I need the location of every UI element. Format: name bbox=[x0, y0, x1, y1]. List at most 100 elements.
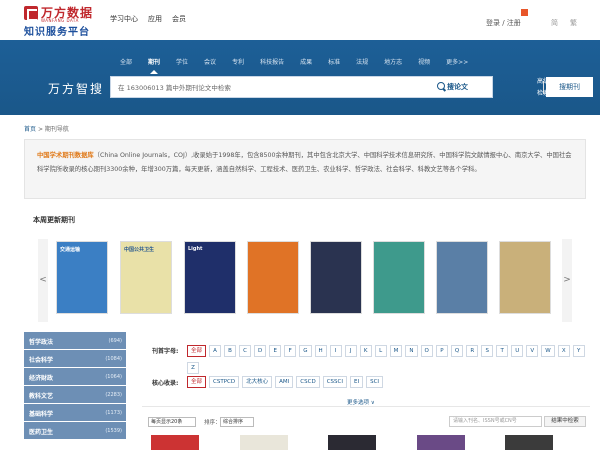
nav-learning-center[interactable]: 学习中心 bbox=[110, 14, 138, 24]
result-cover[interactable] bbox=[505, 435, 553, 450]
nav-apps[interactable]: 应用 bbox=[148, 14, 162, 24]
carousel-next-button[interactable]: > bbox=[562, 239, 572, 322]
letter-chip[interactable]: I bbox=[329, 345, 342, 357]
core-chip[interactable]: EI bbox=[349, 376, 364, 388]
sidebar-item-count: (2283) bbox=[105, 392, 122, 398]
letter-chip[interactable]: V bbox=[526, 345, 539, 357]
core-chip[interactable]: AMI bbox=[275, 376, 294, 388]
result-cover[interactable] bbox=[328, 435, 376, 450]
letter-chip[interactable]: G bbox=[299, 345, 312, 357]
tab-conferences[interactable]: 会议 bbox=[196, 57, 224, 66]
sidebar-item-philosophy-law[interactable]: 哲学政法 (694) bbox=[24, 332, 126, 350]
core-index-label: 核心收录: bbox=[152, 380, 179, 387]
breadcrumb-sep: > bbox=[37, 126, 43, 133]
core-chip[interactable]: 全部 bbox=[187, 376, 207, 388]
sidebar-item-social-science[interactable]: 社会科学 (1084) bbox=[24, 350, 126, 368]
cover-title: Light bbox=[188, 246, 203, 252]
more-options-toggle[interactable]: 更多选项 ∨ bbox=[347, 398, 375, 406]
core-chip[interactable]: SCI bbox=[366, 376, 384, 388]
tab-more[interactable]: 更多>> bbox=[438, 57, 476, 66]
journal-cover[interactable] bbox=[310, 241, 362, 314]
per-page-select[interactable]: 每页显示20条 bbox=[148, 417, 196, 427]
letter-chip[interactable]: Q bbox=[450, 345, 464, 357]
tab-tech-reports[interactable]: 科技报告 bbox=[252, 57, 292, 66]
letter-chip[interactable]: D bbox=[254, 345, 267, 357]
wanfang-logo-icon[interactable] bbox=[24, 6, 38, 21]
letter-chip[interactable]: C bbox=[239, 345, 252, 357]
letter-chip[interactable]: K bbox=[359, 345, 372, 357]
letter-chip[interactable]: X bbox=[557, 345, 570, 357]
smart-search-button[interactable]: 搜论文 bbox=[447, 82, 468, 92]
sidebar-item-basic-science[interactable]: 基础科学 (1173) bbox=[24, 404, 126, 422]
result-cover[interactable] bbox=[417, 435, 465, 450]
resource-tabs: 全部 期刊 学位 会议 专利 科技报告 成果 标准 法规 地方志 视频 更多>> bbox=[112, 57, 476, 74]
login-register-link[interactable]: 登录 / 注册 bbox=[486, 18, 521, 28]
lang-simplified[interactable]: 简 bbox=[551, 18, 558, 28]
result-cover[interactable] bbox=[240, 435, 288, 450]
letter-chip[interactable]: U bbox=[511, 345, 524, 357]
sidebar-item-education-arts[interactable]: 教科文艺 (2283) bbox=[24, 386, 126, 404]
letter-chip[interactable]: W bbox=[541, 345, 555, 357]
journal-cover[interactable] bbox=[499, 241, 551, 314]
letter-chip[interactable]: M bbox=[389, 345, 403, 357]
letter-chip[interactable]: B bbox=[224, 345, 237, 357]
journal-cover[interactable] bbox=[247, 241, 299, 314]
letter-chip[interactable]: T bbox=[496, 345, 509, 357]
search-band: 全部 期刊 学位 会议 专利 科技报告 成果 标准 法规 地方志 视频 更多>>… bbox=[0, 40, 600, 115]
tab-journals[interactable]: 期刊 bbox=[140, 57, 168, 74]
core-chip[interactable]: 北大核心 bbox=[242, 376, 273, 388]
tab-theses[interactable]: 学位 bbox=[168, 57, 196, 66]
sidebar-item-economics[interactable]: 经济财政 (1064) bbox=[24, 368, 126, 386]
sidebar-item-count: (1539) bbox=[105, 428, 122, 434]
carousel-prev-button[interactable]: < bbox=[38, 239, 48, 322]
database-intro: 中国学术期刊数据库（China Online Journals，COJ）,收录始… bbox=[24, 139, 586, 199]
result-cover[interactable] bbox=[151, 435, 199, 450]
letter-chip[interactable]: F bbox=[284, 345, 297, 357]
letter-chip[interactable]: L bbox=[374, 345, 387, 357]
cover-title: 交通运输 bbox=[60, 247, 81, 253]
journal-cover[interactable] bbox=[436, 241, 488, 314]
journal-cover[interactable]: 交通运输 bbox=[56, 241, 108, 314]
tab-regulations[interactable]: 法规 bbox=[348, 57, 376, 66]
letter-chip[interactable]: P bbox=[435, 345, 448, 357]
search-input[interactable]: 在 163006013 篇中外期刊论文中检索 bbox=[118, 82, 231, 92]
lang-traditional[interactable]: 繁 bbox=[570, 18, 577, 28]
letter-chip[interactable]: 全部 bbox=[187, 345, 207, 357]
breadcrumb-home[interactable]: 首页 bbox=[24, 126, 36, 133]
core-chip[interactable]: CSTPCD bbox=[209, 376, 240, 388]
journal-cover[interactable]: Light bbox=[184, 241, 236, 314]
gift-icon[interactable] bbox=[521, 9, 528, 16]
nav-member[interactable]: 会员 bbox=[172, 14, 186, 24]
letter-chip[interactable]: N bbox=[405, 345, 418, 357]
search-in-results-button[interactable]: 结果中检索 bbox=[544, 416, 586, 427]
search-history-link[interactable]: 检索历史 bbox=[537, 88, 561, 100]
tab-local-chronicles[interactable]: 地方志 bbox=[376, 57, 410, 66]
tab-standards[interactable]: 标准 bbox=[320, 57, 348, 66]
letter-chip[interactable]: A bbox=[209, 345, 222, 357]
letter-chip[interactable]: H bbox=[314, 345, 327, 357]
letter-chip[interactable]: S bbox=[481, 345, 494, 357]
sidebar-item-count: (694) bbox=[108, 338, 122, 344]
tab-all[interactable]: 全部 bbox=[112, 57, 140, 66]
letter-chip[interactable]: Z bbox=[187, 362, 199, 374]
sidebar-item-medicine[interactable]: 医药卫生 (1539) bbox=[24, 422, 126, 440]
sidebar-item-label: 社会科学 bbox=[29, 357, 54, 364]
journal-carousel: < 交通运输 中国公共卫生 Light > bbox=[38, 239, 574, 322]
journal-cover[interactable]: 中国公共卫生 bbox=[120, 241, 172, 314]
core-chip[interactable]: CSSCI bbox=[322, 376, 347, 388]
letter-chip[interactable]: O bbox=[420, 345, 433, 357]
tab-videos[interactable]: 视频 bbox=[410, 57, 438, 66]
letter-filter-row-2: Z bbox=[187, 362, 199, 374]
advanced-search-link[interactable]: 高级检索 bbox=[537, 76, 561, 88]
core-chip[interactable]: CSCD bbox=[296, 376, 320, 388]
journal-filter-input[interactable]: 请输入刊名、ISSN号或CN号 bbox=[449, 416, 542, 427]
sort-select[interactable]: 综合排序 bbox=[220, 417, 254, 427]
letter-chip[interactable]: R bbox=[466, 345, 479, 357]
filter-divider bbox=[142, 406, 590, 407]
letter-chip[interactable]: Y bbox=[572, 345, 585, 357]
letter-chip[interactable]: E bbox=[269, 345, 282, 357]
journal-cover[interactable] bbox=[373, 241, 425, 314]
letter-chip[interactable]: J bbox=[344, 345, 357, 357]
tab-achievements[interactable]: 成果 bbox=[292, 57, 320, 66]
tab-patents[interactable]: 专利 bbox=[224, 57, 252, 66]
